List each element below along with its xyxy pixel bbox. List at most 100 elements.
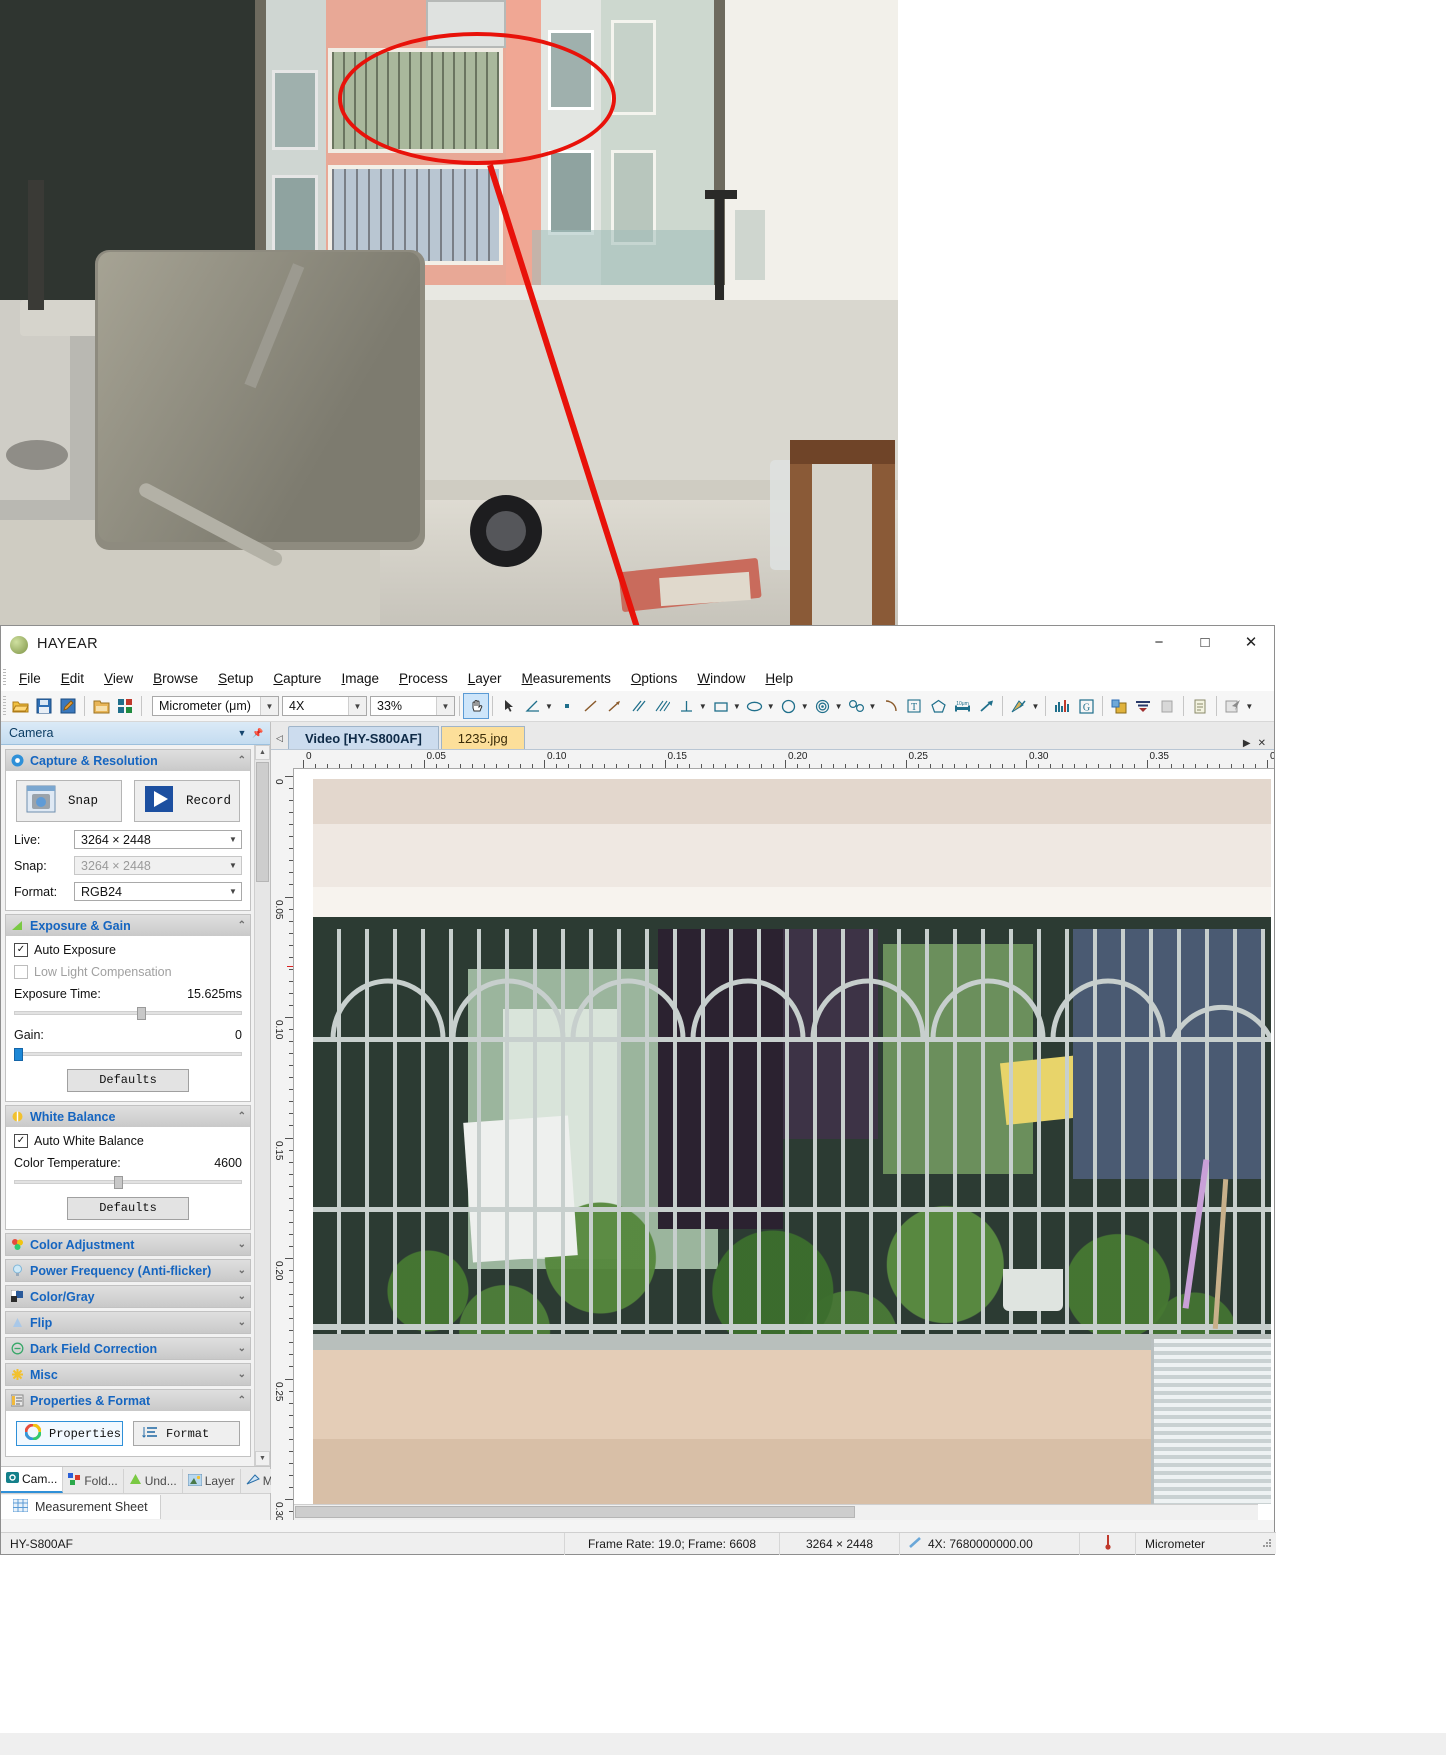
- group-flip-header[interactable]: Flip ⌄: [6, 1312, 250, 1333]
- menu-window[interactable]: Window: [687, 668, 755, 689]
- menu-capture[interactable]: Capture: [263, 668, 331, 689]
- group-power-frequency-header[interactable]: Power Frequency (Anti-flicker) ⌄: [6, 1260, 250, 1281]
- chevron-up-icon[interactable]: ⌃: [238, 755, 246, 766]
- two-circles-icon[interactable]: [845, 694, 869, 718]
- menu-measurements[interactable]: Measurements: [512, 668, 621, 689]
- menu-layer[interactable]: Layer: [458, 668, 512, 689]
- group-exposure-gain-header[interactable]: Exposure & Gain ⌃: [6, 915, 250, 936]
- gray-calibration-icon[interactable]: G: [1074, 694, 1098, 718]
- chevron-double-down-icon[interactable]: ⌄: [238, 1265, 246, 1276]
- perpendicular-icon[interactable]: [675, 694, 699, 718]
- chevron-double-down-icon[interactable]: ⌄: [238, 1369, 246, 1380]
- chevron-down-icon[interactable]: ▼: [699, 702, 707, 711]
- scroll-up-button[interactable]: ▲: [255, 745, 270, 760]
- parallel-lines-icon[interactable]: [627, 694, 651, 718]
- format-select[interactable]: RGB24 ▼: [74, 882, 242, 901]
- select-arrow-icon[interactable]: [497, 694, 521, 718]
- chevron-down-icon[interactable]: ▼: [767, 702, 775, 711]
- camera-panel-scrollbar[interactable]: ▲ ▼: [254, 745, 270, 1466]
- menu-image[interactable]: Image: [331, 668, 389, 689]
- line-icon[interactable]: [579, 694, 603, 718]
- parallel-multi-icon[interactable]: [651, 694, 675, 718]
- chevron-down-icon[interactable]: ▼: [869, 702, 877, 711]
- auto-white-balance-checkbox[interactable]: ✓ Auto White Balance: [14, 1134, 242, 1148]
- measure-tools-icon[interactable]: [1007, 694, 1031, 718]
- document-tab-image[interactable]: 1235.jpg: [440, 726, 525, 749]
- chevron-down-icon[interactable]: ▼: [234, 725, 250, 741]
- image-hscroll-thumb[interactable]: [295, 1506, 855, 1518]
- menu-view[interactable]: View: [94, 668, 143, 689]
- save-as-icon[interactable]: [56, 694, 80, 718]
- polygon-icon[interactable]: [926, 694, 950, 718]
- chevron-down-icon[interactable]: ▼: [1245, 702, 1253, 711]
- slider-thumb[interactable]: [14, 1048, 23, 1061]
- close-button[interactable]: ✕: [1228, 626, 1274, 658]
- browse-folder-icon[interactable]: [89, 694, 113, 718]
- chevron-double-down-icon[interactable]: ⌄: [238, 1239, 246, 1250]
- text-icon[interactable]: T: [902, 694, 926, 718]
- chevron-down-icon[interactable]: ▼: [348, 697, 366, 715]
- menu-process[interactable]: Process: [389, 668, 458, 689]
- next-tab-icon[interactable]: ▶: [1243, 738, 1251, 749]
- close-tab-icon[interactable]: ✕: [1258, 738, 1266, 749]
- unit-combo[interactable]: Micrometer (μm) ▼: [152, 696, 279, 716]
- export-icon[interactable]: [1221, 694, 1245, 718]
- histogram-icon[interactable]: [1050, 694, 1074, 718]
- chevron-down-icon[interactable]: ▼: [733, 702, 741, 711]
- zoom-combo[interactable]: 33% ▼: [370, 696, 455, 716]
- save-icon[interactable]: [32, 694, 56, 718]
- arrow-icon[interactable]: [974, 694, 998, 718]
- white-balance-defaults-button[interactable]: Defaults: [67, 1197, 189, 1220]
- magnification-combo[interactable]: 4X ▼: [282, 696, 367, 716]
- chevron-up-icon[interactable]: ⌃: [238, 1395, 246, 1406]
- color-temperature-slider[interactable]: [14, 1176, 242, 1189]
- align-icon[interactable]: [1131, 694, 1155, 718]
- menu-help[interactable]: Help: [755, 668, 803, 689]
- image-horizontal-scrollbar[interactable]: [294, 1504, 1258, 1520]
- arc-icon[interactable]: [878, 694, 902, 718]
- delete-icon[interactable]: [1155, 694, 1179, 718]
- properties-button[interactable]: Properties: [16, 1421, 123, 1446]
- group-color-gray-header[interactable]: Color/Gray ⌄: [6, 1286, 250, 1307]
- sidebar-tab-camera[interactable]: Cam...: [1, 1467, 64, 1493]
- chevron-down-icon[interactable]: ▼: [801, 702, 809, 711]
- menu-options[interactable]: Options: [621, 668, 688, 689]
- menu-edit[interactable]: Edit: [51, 668, 94, 689]
- auto-exposure-checkbox[interactable]: ✓ Auto Exposure: [14, 943, 242, 957]
- group-dark-field-correction-header[interactable]: Dark Field Correction ⌄: [6, 1338, 250, 1359]
- arrow-line-icon[interactable]: [603, 694, 627, 718]
- prev-tab-icon[interactable]: ◁: [271, 727, 288, 749]
- chevron-double-down-icon[interactable]: ⌄: [238, 1291, 246, 1302]
- minimize-button[interactable]: −: [1136, 626, 1182, 658]
- scrollbar-thumb[interactable]: [256, 762, 269, 882]
- slider-thumb[interactable]: [114, 1176, 124, 1189]
- chevron-down-icon[interactable]: ▼: [225, 831, 241, 848]
- record-button[interactable]: Record: [134, 780, 240, 822]
- scroll-down-button[interactable]: ▼: [255, 1451, 270, 1466]
- sidebar-tab-undo[interactable]: Und...: [123, 1469, 183, 1493]
- sidebar-tab-folders[interactable]: Fold...: [63, 1469, 124, 1493]
- point-icon[interactable]: [555, 694, 579, 718]
- group-white-balance-header[interactable]: White Balance ⌃: [6, 1106, 250, 1127]
- measurement-sheet-tab[interactable]: Measurement Sheet: [1, 1495, 161, 1519]
- slider-thumb[interactable]: [137, 1007, 147, 1020]
- group-color-adjustment-header[interactable]: Color Adjustment ⌄: [6, 1234, 250, 1255]
- open-folder-icon[interactable]: [8, 694, 32, 718]
- pin-icon[interactable]: 📌: [250, 725, 266, 741]
- menu-file[interactable]: File: [9, 668, 51, 689]
- document-tab-video[interactable]: Video [HY-S800AF]: [288, 726, 439, 749]
- pan-hand-icon[interactable]: [463, 693, 489, 719]
- group-capture-resolution-header[interactable]: Capture & Resolution ⌃: [6, 750, 250, 771]
- menu-setup[interactable]: Setup: [208, 668, 263, 689]
- chevron-down-icon[interactable]: ▼: [225, 883, 241, 900]
- report-icon[interactable]: [1188, 694, 1212, 718]
- chevron-down-icon[interactable]: ▼: [436, 697, 454, 715]
- chevron-double-down-icon[interactable]: ⌄: [238, 1317, 246, 1328]
- chevron-down-icon[interactable]: ▼: [835, 702, 843, 711]
- format-button[interactable]: Format: [133, 1421, 240, 1446]
- stitch-icon[interactable]: [1107, 694, 1131, 718]
- live-resolution-select[interactable]: 3264 × 2448 ▼: [74, 830, 242, 849]
- resize-grip-icon[interactable]: [1261, 1537, 1276, 1551]
- maximize-button[interactable]: □: [1182, 626, 1228, 658]
- concentric-circle-icon[interactable]: [811, 694, 835, 718]
